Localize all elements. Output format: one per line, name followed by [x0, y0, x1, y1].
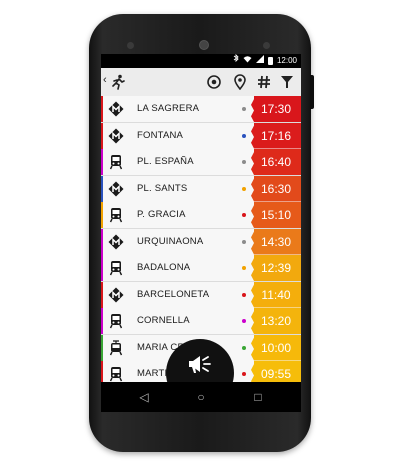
station-row[interactable]: PL. SANTS 16:30: [101, 175, 301, 203]
departure-time: 09:55: [251, 361, 301, 382]
departure-time: 17:30: [251, 96, 301, 122]
line-color-strip: [101, 202, 103, 228]
train-icon: [108, 207, 124, 223]
line-color-strip: [101, 255, 103, 281]
departure-time: 11:40: [251, 281, 301, 308]
metro-icon: [108, 181, 124, 197]
line-color-strip: [101, 334, 103, 361]
power-button[interactable]: [310, 75, 314, 109]
tram-icon: [108, 339, 124, 356]
station-name: BADALONA: [137, 262, 191, 273]
station-row[interactable]: FONTANA 17:16: [101, 122, 301, 150]
station-row[interactable]: BARCELONETA 11:40: [101, 281, 301, 309]
nav-home-button[interactable]: ○: [194, 390, 208, 404]
status-bar: 12:00: [101, 54, 301, 68]
app-toolbar: ‹: [101, 68, 301, 97]
speaker-dot: [127, 42, 134, 49]
line-color-strip: [101, 228, 103, 255]
station-row[interactable]: LA SAGRERA 17:30: [101, 96, 301, 123]
departure-time: 10:00: [251, 334, 301, 361]
line-color-strip: [101, 122, 103, 149]
metro-icon: [108, 101, 124, 117]
station-name: PL. ESPAÑA: [137, 156, 194, 167]
station-name: BARCELONETA: [137, 288, 210, 300]
departure-time: 13:20: [251, 308, 301, 334]
front-camera: [199, 40, 209, 50]
target-icon[interactable]: [206, 74, 222, 90]
metro-icon: [108, 128, 124, 144]
metro-icon: [108, 234, 124, 250]
app-screen: 12:00 ‹ LA SAGRERA 17:30 FONTANA 17:16 PL. E…: [101, 54, 301, 382]
nav-recents-button[interactable]: □: [251, 390, 265, 404]
location-pin-icon[interactable]: [232, 74, 248, 91]
runner-icon[interactable]: [111, 74, 125, 90]
line-dot: [242, 160, 246, 164]
signal-icon: [255, 54, 264, 68]
line-color-strip: [101, 308, 103, 334]
station-name: P. GRACIA: [137, 209, 186, 220]
station-row[interactable]: PL. ESPAÑA 16:40: [101, 149, 301, 176]
line-color-strip: [101, 361, 103, 382]
station-name: CORNELLA: [137, 315, 190, 326]
battery-icon: [267, 57, 273, 65]
line-dot: [242, 239, 246, 244]
departure-time: 12:39: [251, 255, 301, 281]
departure-time: 15:10: [251, 202, 301, 228]
line-dot: [242, 133, 246, 138]
status-time: 12:00: [276, 56, 297, 65]
line-color-strip: [101, 281, 103, 308]
wifi-icon: [243, 54, 252, 68]
speaker-dot: [263, 42, 270, 49]
line-dot: [242, 186, 246, 191]
station-row[interactable]: CORNELLA 13:20: [101, 308, 301, 335]
station-row[interactable]: BADALONA 12:39: [101, 255, 301, 282]
megaphone-icon: [189, 356, 211, 373]
line-dot: [242, 345, 246, 350]
line-dot: [242, 319, 246, 323]
android-nav-bar: ◁ ○ □: [101, 382, 301, 412]
station-row[interactable]: URQUINAONA 14:30: [101, 228, 301, 256]
line-dot: [242, 266, 246, 270]
departure-time: 16:30: [251, 175, 301, 202]
back-arrow-icon[interactable]: ‹: [103, 74, 107, 86]
line-dot: [242, 213, 246, 217]
station-name: PL. SANTS: [137, 182, 188, 194]
station-name: FONTANA: [137, 129, 184, 141]
line-color-strip: [101, 149, 103, 175]
line-color-strip: [101, 96, 103, 122]
departure-time: 17:16: [251, 122, 301, 149]
line-dot: [242, 372, 246, 376]
line-dot: [242, 292, 246, 297]
line-color-strip: [101, 175, 103, 202]
filter-icon[interactable]: [279, 74, 295, 90]
line-dot: [242, 107, 246, 111]
departure-time: 16:40: [251, 149, 301, 175]
station-name: LA SAGRERA: [137, 103, 200, 114]
train-icon: [108, 154, 124, 170]
metro-icon: [108, 287, 124, 303]
station-row[interactable]: P. GRACIA 15:10: [101, 202, 301, 229]
departure-time: 14:30: [251, 228, 301, 255]
train-icon: [108, 313, 124, 329]
hashtag-icon[interactable]: [256, 74, 272, 90]
nav-back-button[interactable]: ◁: [137, 390, 151, 404]
station-name: URQUINAONA: [137, 235, 204, 247]
train-icon: [108, 366, 124, 382]
bluetooth-icon: [233, 54, 239, 68]
train-icon: [108, 260, 124, 276]
station-name: MARTI: [137, 368, 168, 379]
